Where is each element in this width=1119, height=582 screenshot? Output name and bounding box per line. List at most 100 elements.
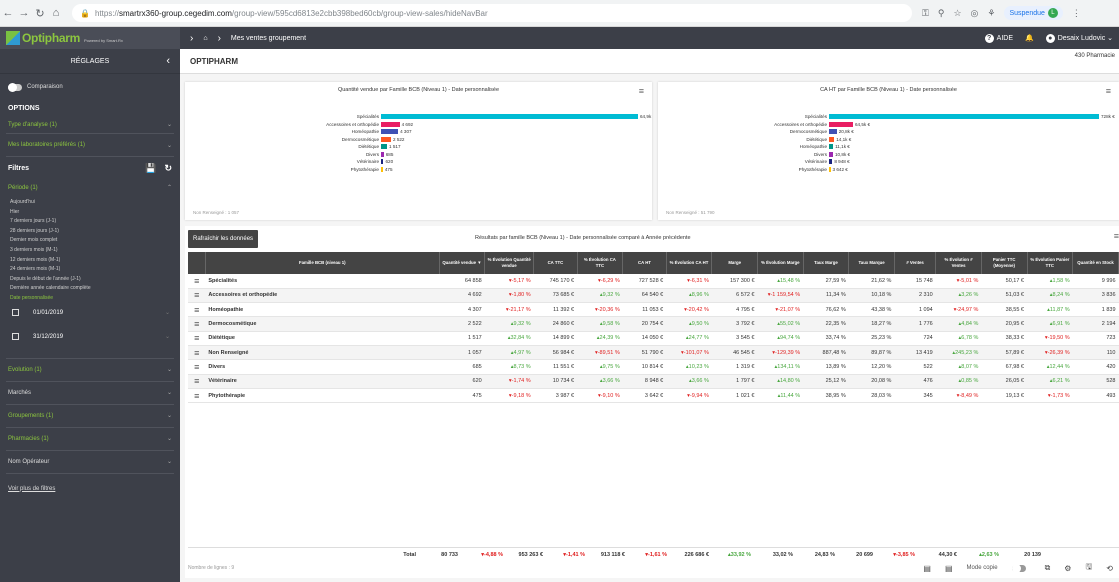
settings-icon[interactable]: ⚙: [1064, 564, 1071, 573]
period-option[interactable]: Depuis le début de l'année (J-1): [0, 275, 180, 285]
star-icon[interactable]: ☆: [953, 8, 961, 19]
table-row[interactable]: ≡ Phytothérapie 475 ▾-9,18 % 3 987 € ▾-9,10 %…: [188, 388, 1119, 404]
row-menu-icon[interactable]: ≡: [188, 388, 206, 404]
column-header[interactable]: Famille BCB (niveau 1): [205, 252, 440, 274]
row-menu-icon[interactable]: ≡: [188, 359, 206, 375]
collapse-sidebar-icon[interactable]: ‹: [166, 55, 170, 67]
toggle-switch[interactable]: [8, 82, 22, 92]
column-header[interactable]: CA TTC: [533, 252, 578, 274]
period-option[interactable]: 3 derniers mois (M-1): [0, 246, 180, 256]
column-header[interactable]: # Ventes: [894, 252, 937, 274]
address-bar[interactable]: 🔒 https://smartrx360-group.cegedim.com/g…: [72, 4, 912, 22]
home-nav-icon[interactable]: ⌂: [203, 35, 207, 42]
period-option[interactable]: 7 derniers jours (J-1): [0, 217, 180, 227]
row-menu-icon[interactable]: ≡: [188, 288, 206, 304]
forward-arrow-icon[interactable]: →: [16, 7, 32, 19]
period-dropdown[interactable]: Période (1) ⌃: [0, 179, 180, 196]
more-icon[interactable]: ⋮: [1072, 8, 1081, 19]
markets-dropdown[interactable]: Marchés ⌄: [0, 382, 180, 404]
column-header[interactable]: Taux Marge: [803, 252, 850, 274]
bar[interactable]: [829, 121, 853, 127]
table-cell: ▴14,80 %: [757, 374, 804, 389]
table-row[interactable]: ≡ Dermocosmétique 2 522 ▴9,32 % 24 860 € ▴9,5…: [188, 316, 1119, 332]
refresh-button[interactable]: Rafraîchir les données: [188, 230, 259, 248]
period-option[interactable]: 12 derniers mois (M-1): [0, 256, 180, 266]
row-menu-icon[interactable]: ≡: [188, 316, 206, 332]
column-header[interactable]: Quantité vendue ▼: [439, 252, 486, 274]
row-menu-icon[interactable]: ≡: [188, 274, 206, 289]
bell-icon[interactable]: 🔔: [1025, 34, 1034, 42]
period-option[interactable]: Dernier mois complet: [0, 236, 180, 246]
column-header[interactable]: % Évolution Panier TTC: [1027, 252, 1074, 274]
period-option[interactable]: Aujourd'hui: [0, 198, 180, 208]
bar[interactable]: [829, 114, 1099, 120]
analysis-type-dropdown[interactable]: Type d'analyse (1) ⌄: [0, 116, 180, 133]
profile-button[interactable]: Suspendue L: [1004, 6, 1063, 20]
table-row[interactable]: ≡ Spécialités 64 858 ▾-5,17 % 745 170 € ▾-6,2…: [188, 274, 1119, 289]
bar[interactable]: [381, 129, 399, 135]
column-header[interactable]: Quantité en Stock: [1072, 252, 1119, 274]
row-menu-icon[interactable]: ≡: [188, 345, 206, 361]
export-xls-icon[interactable]: ▤: [923, 564, 931, 573]
comparison-toggle[interactable]: Comparaison: [0, 74, 180, 100]
history-icon[interactable]: ⟲: [1106, 564, 1113, 573]
period-option[interactable]: Dernière année calendaire complète: [0, 284, 180, 294]
column-header[interactable]: Marge: [711, 252, 758, 274]
pharmacies-dropdown[interactable]: Pharmacies (1) ⌄: [0, 428, 180, 450]
row-menu-icon[interactable]: ≡: [188, 374, 206, 389]
save-icon[interactable]: 🖫: [1085, 561, 1092, 575]
column-header[interactable]: CA HT: [622, 252, 667, 274]
back-arrow-icon[interactable]: ←: [0, 7, 16, 19]
table-cell: ▾-20,36 %: [577, 302, 623, 318]
chart-menu-icon[interactable]: ≡: [1106, 86, 1111, 96]
groups-dropdown[interactable]: Groupements (1) ⌄: [0, 405, 180, 427]
reload-icon[interactable]: ↻: [32, 7, 48, 20]
evolution-dropdown[interactable]: Evolution (1) ⌄: [0, 359, 180, 381]
table-menu-icon[interactable]: ≡: [1114, 231, 1119, 241]
column-header[interactable]: % Évolution Marge: [757, 252, 804, 274]
save-icon[interactable]: 💾: [145, 163, 156, 174]
logo[interactable]: Optipharm Powered by Smart.Rx: [0, 27, 180, 49]
period-option[interactable]: 24 derniers mois (M-1): [0, 265, 180, 275]
user-menu[interactable]: ● Desaix Ludovic ⌄: [1045, 33, 1113, 43]
column-header[interactable]: Taux Marque: [848, 252, 895, 274]
bar[interactable]: [829, 129, 837, 135]
home-icon[interactable]: ⌂: [48, 7, 64, 19]
reset-icon[interactable]: ↻: [164, 163, 172, 174]
period-option[interactable]: Date personnalisée: [0, 294, 180, 304]
more-filters-link[interactable]: Voir plus de filtres: [0, 486, 180, 492]
extension-icon[interactable]: ◎: [971, 8, 979, 19]
table-row[interactable]: ≡ Diététique 1 517 ▴32,84 % 14 899 € ▴24,39 %…: [188, 331, 1119, 346]
labs-dropdown[interactable]: Mes laboratoires préférés (1) ⌄: [0, 134, 180, 156]
table-row[interactable]: ≡ Divers 685 ▴8,73 % 11 551 € ▴9,75 % 10 814 €…: [188, 359, 1119, 375]
table-row[interactable]: ≡ Accessoires et orthopédie 4 692 ▾-1,80 % 7…: [188, 288, 1119, 304]
bar[interactable]: [381, 136, 391, 142]
table-row[interactable]: ≡ Non Renseigné 1 057 ▴4,97 % 56 984 € ▾-89,5…: [188, 345, 1119, 361]
copy-mode-toggle[interactable]: [1011, 563, 1026, 573]
breadcrumb[interactable]: Mes ventes groupement: [231, 35, 306, 42]
column-header[interactable]: Panier TTC (Moyenne): [981, 252, 1028, 274]
period-option[interactable]: 28 derniers jours (J-1): [0, 227, 180, 237]
bar[interactable]: [381, 114, 638, 120]
bar[interactable]: [381, 121, 400, 127]
operator-dropdown[interactable]: Nom Opérateur ⌄: [0, 451, 180, 473]
period-option[interactable]: Hier: [0, 208, 180, 218]
chart-menu-icon[interactable]: ≡: [639, 86, 644, 96]
column-header[interactable]: % Évolution CA TTC: [577, 252, 624, 274]
table-row[interactable]: ≡ Vétérinaire 620 ▾-1,74 % 10 734 € ▴3,66 % 8 …: [188, 374, 1119, 389]
help-button[interactable]: ? AIDE: [984, 33, 1013, 43]
copy-icon[interactable]: ⧉: [1045, 563, 1051, 573]
date-start-field[interactable]: 01/01/2019 ⌄: [0, 304, 180, 322]
key-icon[interactable]: ⚿: [922, 8, 929, 19]
export-pdf-icon[interactable]: ▤: [945, 564, 953, 573]
row-menu-icon[interactable]: ≡: [188, 331, 206, 346]
table-row[interactable]: ≡ Homéopathie 4 307 ▾-21,17 % 11 392 € ▾-20,3…: [188, 302, 1119, 318]
column-header[interactable]: % Évolution Quantité vendue: [484, 252, 535, 274]
column-header[interactable]: % Évolution CA HT: [666, 252, 713, 274]
zoom-icon[interactable]: ⚲: [938, 8, 945, 19]
date-end-field[interactable]: 31/12/2019 ⌄: [0, 328, 180, 346]
sidebar-title: RÉGLAGES: [70, 57, 110, 65]
column-header[interactable]: % Évolution # Ventes: [935, 252, 982, 274]
row-menu-icon[interactable]: ≡: [188, 302, 206, 318]
extension2-icon[interactable]: ⚘: [987, 8, 995, 19]
